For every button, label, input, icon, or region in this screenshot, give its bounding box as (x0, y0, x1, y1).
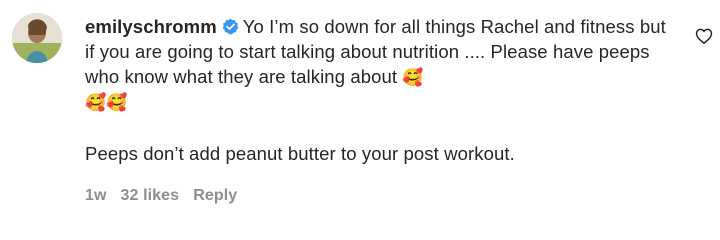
avatar-image (12, 13, 62, 63)
likes-count-link[interactable]: 32 likes (121, 183, 180, 208)
avatar[interactable] (12, 13, 62, 63)
comment: emilyschromm Yo I’m so down for all thing… (0, 0, 720, 240)
comment-text: emilyschromm Yo I’m so down for all thing… (85, 14, 670, 114)
smiling-face-hearts-icon: 🥰🥰 (85, 93, 128, 112)
comment-paragraph: Peeps don’t add peanut butter to your po… (85, 143, 515, 164)
heart-outline-icon[interactable] (694, 26, 714, 46)
username[interactable]: emilyschromm (85, 16, 217, 37)
comment-meta: 1w 32 likes Reply (85, 183, 670, 208)
comment-body: emilyschromm Yo I’m so down for all thing… (85, 14, 670, 208)
reply-button[interactable]: Reply (193, 183, 237, 208)
verified-badge-icon (222, 18, 239, 35)
timestamp: 1w (85, 187, 107, 204)
smiling-face-hearts-icon: 🥰 (402, 68, 424, 87)
